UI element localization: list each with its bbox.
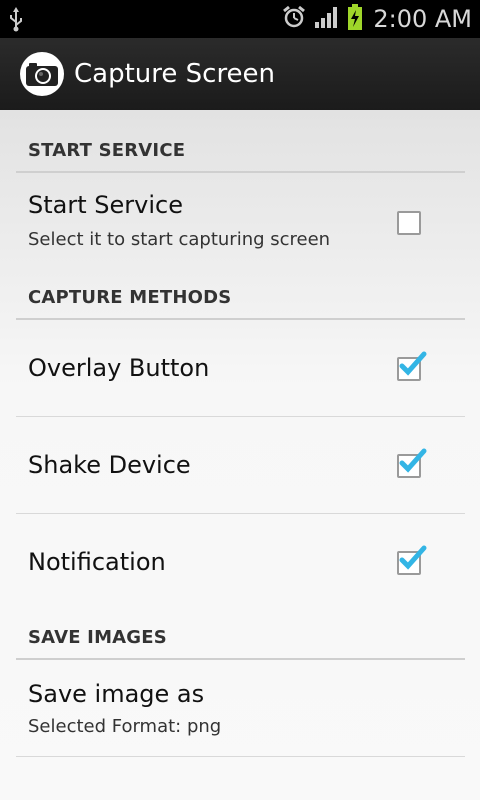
overlay-button-checkbox[interactable] — [397, 351, 427, 381]
signal-icon — [313, 4, 341, 34]
category-header-label: CAPTURE METHODS — [28, 287, 232, 308]
preferences-list: START SERVICE Start Service Select it to… — [0, 110, 480, 800]
pref-summary: Selected Format: png — [28, 716, 222, 737]
pref-summary: Select it to start capturing screen — [28, 229, 331, 250]
category-header-label: START SERVICE — [28, 140, 186, 161]
usb-icon — [8, 6, 24, 36]
pref-title: Notification — [28, 548, 166, 576]
pref-overlay-button[interactable]: Overlay Button — [16, 320, 465, 416]
pref-notification[interactable]: Notification — [16, 514, 465, 610]
app-title: Capture Screen — [74, 59, 276, 89]
notification-checkbox[interactable] — [397, 545, 427, 575]
pref-title: Save image as — [28, 680, 205, 708]
checkmark-icon — [399, 545, 427, 570]
start-service-checkbox[interactable] — [397, 211, 421, 235]
pref-title: Overlay Button — [28, 354, 210, 382]
action-bar: Capture Screen — [0, 38, 480, 110]
category-header-start-service: START SERVICE — [16, 110, 465, 173]
battery-charging-icon — [347, 3, 363, 35]
pref-title: Shake Device — [28, 451, 191, 479]
pref-shake-device[interactable]: Shake Device — [16, 417, 465, 513]
checkmark-icon — [399, 351, 427, 376]
category-header-label: SAVE IMAGES — [28, 627, 167, 648]
shake-device-checkbox[interactable] — [397, 448, 427, 478]
pref-title: Start Service — [28, 191, 183, 219]
checkmark-icon — [399, 448, 427, 473]
status-bar: 2:00 AM — [0, 0, 480, 38]
alarm-icon — [281, 4, 307, 34]
pref-save-image-as[interactable]: Save image as Selected Format: png — [16, 660, 465, 756]
camera-icon[interactable] — [20, 52, 64, 96]
divider — [16, 756, 465, 757]
category-header-capture-methods: CAPTURE METHODS — [16, 257, 465, 320]
status-time: 2:00 AM — [373, 5, 472, 33]
category-header-save-images: SAVE IMAGES — [16, 597, 465, 660]
